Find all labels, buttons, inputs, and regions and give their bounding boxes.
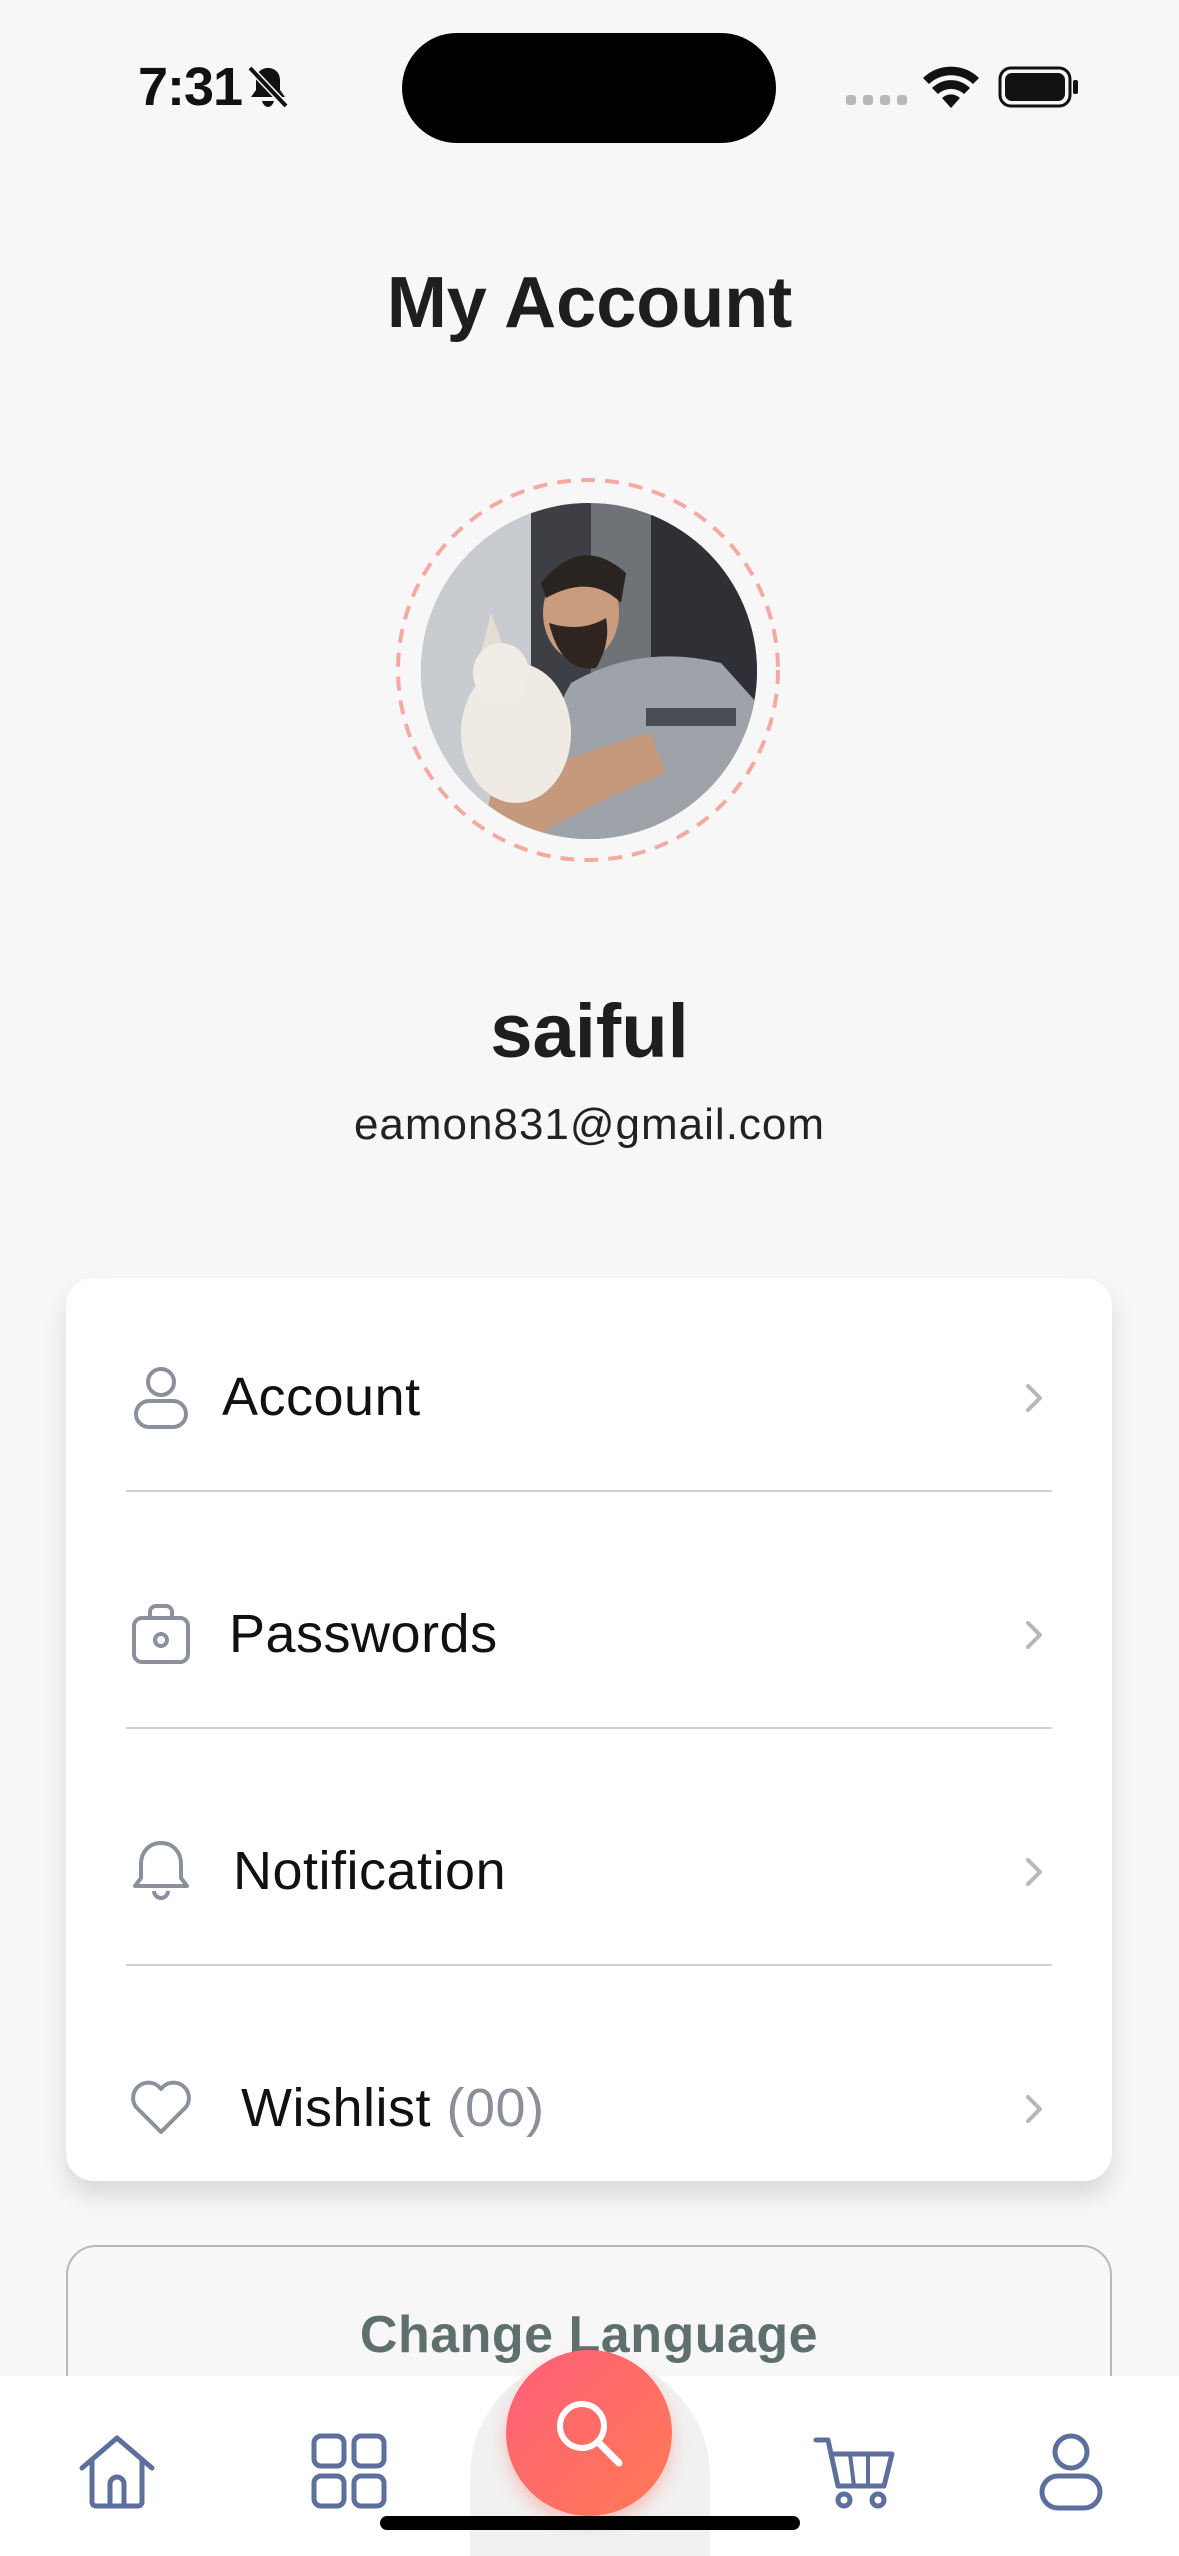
bell-slash-icon: [247, 65, 289, 109]
profile-icon[interactable]: [1026, 2426, 1116, 2516]
search-button[interactable]: [506, 2350, 672, 2516]
menu-item-label: Passwords: [229, 1604, 498, 1664]
home-indicator: [380, 2516, 800, 2530]
menu-divider: [126, 1964, 1052, 1966]
cart-icon[interactable]: [810, 2426, 900, 2516]
search-icon: [557, 2401, 623, 2467]
menu-item-account[interactable]: Account: [66, 1278, 1112, 1515]
chevron-right-icon: [1026, 1384, 1042, 1412]
chevron-right-icon: [1026, 1621, 1042, 1649]
heart-icon: [131, 2080, 191, 2134]
menu-item-passwords[interactable]: Passwords: [66, 1515, 1112, 1752]
wishlist-count: (00): [446, 2078, 545, 2138]
menu-divider: [126, 1727, 1052, 1729]
account-menu-card: Account Passwords Notification Wishlist …: [66, 1278, 1112, 2181]
menu-item-notification[interactable]: Notification: [66, 1752, 1112, 1989]
home-icon[interactable]: [72, 2426, 162, 2516]
status-bar: 7:31: [0, 0, 1179, 170]
profile-avatar[interactable]: [421, 503, 757, 839]
battery-icon: [998, 66, 1078, 108]
chevron-right-icon: [1026, 1858, 1042, 1886]
chevron-right-icon: [1026, 2095, 1042, 2123]
menu-item-wishlist[interactable]: Wishlist (00): [66, 1989, 1112, 2226]
avatar-photo: [421, 503, 757, 839]
menu-item-label: Notification: [233, 1841, 507, 1901]
menu-item-label: Wishlist (00): [241, 2077, 545, 2139]
wifi-icon: [923, 66, 979, 108]
user-email: eamon831@gmail.com: [353, 1100, 826, 1149]
dynamic-island: [402, 33, 776, 143]
menu-item-label: Account: [222, 1367, 421, 1427]
status-time: 7:31: [138, 57, 243, 117]
grid-icon[interactable]: [304, 2426, 394, 2516]
cellular-signal-icon: [846, 95, 907, 105]
page-title: My Account: [386, 263, 793, 343]
lock-bag-icon: [132, 1604, 190, 1664]
bell-icon: [133, 1841, 189, 1900]
user-name: saiful: [490, 989, 689, 1074]
wishlist-label: Wishlist: [241, 2078, 431, 2138]
user-icon: [134, 1367, 188, 1429]
menu-divider: [126, 1490, 1052, 1492]
